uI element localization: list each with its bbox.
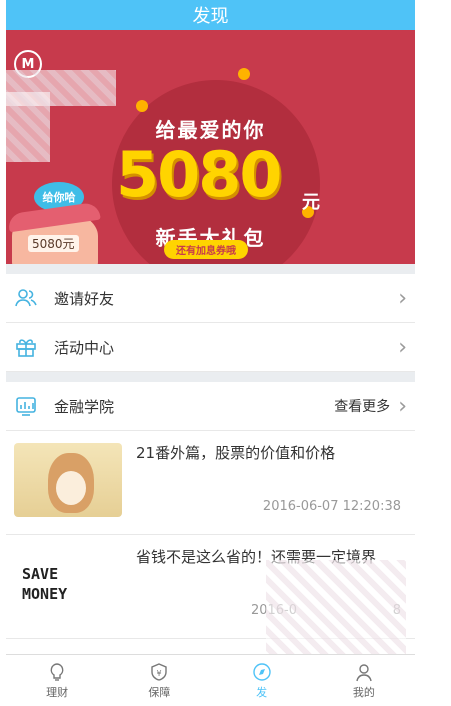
tab-mine[interactable]: 我的 [313, 655, 415, 706]
article-thumbnail: SAVE MONEY [14, 547, 122, 621]
promo-banner[interactable]: M 给最爱的你 5080 元 新手大礼包 还有加息券哦 给你哈 5080元 [6, 30, 415, 264]
app-screen: 发现 M 给最爱的你 5080 元 新手大礼包 还有加息券哦 给你哈 5080元… [6, 0, 415, 706]
page-title: 发现 [192, 6, 229, 27]
chart-icon [14, 394, 38, 418]
article-date: 2016-06-07 12:20:38 [262, 499, 401, 514]
academy-label: 金融学院 [54, 397, 115, 416]
tab-label: 保障 [148, 685, 171, 699]
shield-icon: ¥ [149, 662, 169, 684]
thumb-text: SAVE [22, 565, 59, 583]
bulb-icon [47, 662, 67, 684]
banner-unit: 元 [302, 192, 320, 213]
svg-text:¥: ¥ [157, 669, 162, 678]
menu-item-label: 活动中心 [54, 338, 115, 357]
chevron-right-icon: › [398, 334, 407, 360]
menu-item-invite[interactable]: 邀请好友 › [6, 274, 415, 323]
banner-pill: 还有加息券哦 [164, 240, 248, 259]
section-divider [6, 264, 415, 274]
thumb-text: MONEY [22, 585, 68, 603]
article-item[interactable]: 21番外篇，股票的价值和价格 2016-06-07 12:20:38 [6, 431, 415, 535]
coin-icon [136, 100, 148, 112]
see-more-link[interactable]: 查看更多 [334, 396, 390, 416]
chevron-right-icon: › [398, 393, 407, 419]
coin-icon [238, 68, 250, 80]
menu-item-label: 邀请好友 [54, 289, 115, 308]
section-divider [6, 372, 415, 382]
tab-label: 理财 [46, 685, 69, 699]
bottom-tab-bar: 理财 ¥ 保障 发 我的 [6, 654, 415, 706]
dog-face [56, 471, 86, 505]
tab-finance[interactable]: 理财 [6, 655, 108, 706]
chevron-right-icon: › [398, 285, 407, 311]
article-title: 21番外篇，股票的价值和价格 [136, 444, 336, 462]
tab-label: 我的 [352, 685, 375, 699]
article-thumbnail [14, 443, 122, 517]
tab-label: 发 [256, 685, 268, 699]
tab-insurance[interactable]: ¥ 保障 [108, 655, 210, 706]
compass-icon [252, 662, 272, 684]
academy-header[interactable]: 金融学院 查看更多 › [6, 382, 415, 431]
menu-item-activity[interactable]: 活动中心 › [6, 323, 415, 372]
users-icon [14, 286, 38, 310]
gift-icon [14, 335, 38, 359]
top-bar: 发现 [6, 0, 415, 30]
mascot-label: 5080元 [28, 235, 79, 252]
tab-discover[interactable]: 发 [211, 655, 313, 706]
user-icon [354, 662, 374, 684]
banner-amount: 5080 [116, 138, 283, 211]
